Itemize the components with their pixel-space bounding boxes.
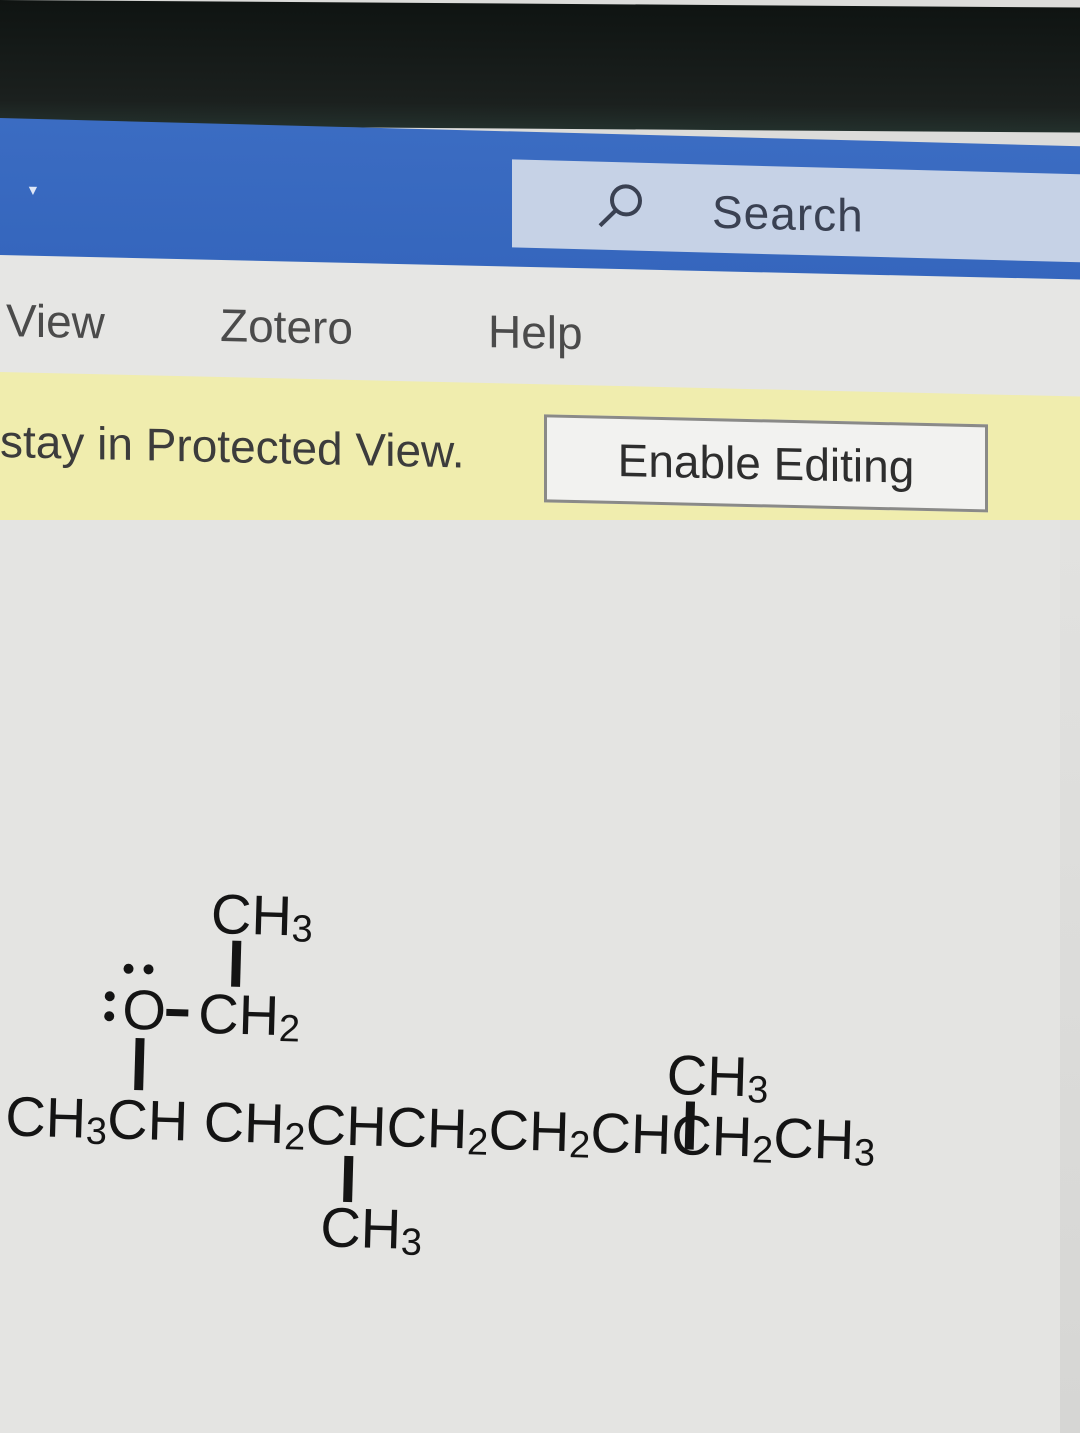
lone-pair-dot [143,964,154,975]
search-box[interactable]: Search [512,159,1080,263]
ethyl-methylene: CH2 [197,981,301,1051]
bond-oxygen-ethyl [166,1008,189,1017]
document-area: CH3 O CH2 CH3 CH3CH CH2CHCH2CH2CHCH2CH3 … [0,520,1080,1433]
bottom-methyl: CH3 [319,1195,423,1265]
tab-view[interactable]: View [6,293,105,349]
lone-pair-dot [104,991,115,1002]
enable-editing-button[interactable]: Enable Editing [544,414,988,513]
protected-view-message: stay in Protected View. [0,415,465,478]
top-methyl: CH3 [210,882,314,951]
search-icon [598,184,642,228]
search-placeholder: Search [712,185,864,242]
screenshot-stage: ▼ Search View Zotero Help stay in Protec… [0,0,1080,1433]
bond-top-methyl [231,940,242,987]
tab-help[interactable]: Help [488,304,583,360]
quick-access-dropdown-icon[interactable]: ▼ [26,182,40,198]
oxygen-atom: O [121,977,167,1042]
right-methyl: CH3 [665,1042,769,1112]
bond-oxygen-chain [134,1037,145,1091]
tab-zotero[interactable]: Zotero [220,298,353,355]
lone-pair-dot [104,1011,115,1022]
chemical-structure: CH3 O CH2 CH3 CH3CH CH2CHCH2CH2CHCH2CH3 … [0,520,1080,1433]
lone-pair-dot [123,963,134,974]
monitor-bezel [0,0,1080,133]
